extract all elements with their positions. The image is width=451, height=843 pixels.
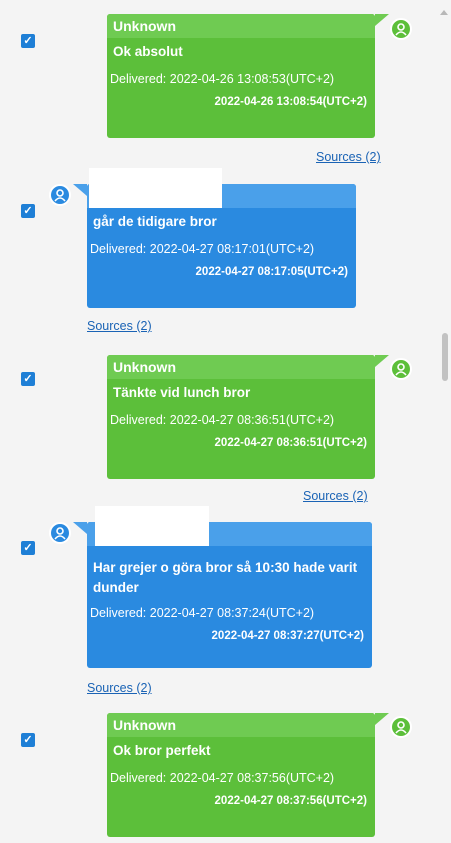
message-checkbox[interactable]: ✓	[21, 204, 35, 218]
sender-name: Unknown	[107, 355, 375, 379]
scrollbar-thumb[interactable]	[442, 333, 448, 381]
redacted-sender	[95, 506, 209, 546]
bubble-tail	[73, 522, 87, 534]
message-timestamp: 2022-04-27 08:37:27(UTC+2)	[211, 630, 364, 642]
message-checkbox[interactable]: ✓	[21, 541, 35, 555]
bubble-tail	[375, 713, 389, 725]
redacted-sender	[89, 168, 222, 208]
message-bubble[interactable]: Unknown Ok absolut Delivered: 2022-04-26…	[107, 14, 389, 138]
message-text: Ok bror perfekt	[113, 743, 211, 758]
sources-link[interactable]: Sources (2)	[87, 681, 152, 695]
message-timestamp: 2022-04-27 08:37:56(UTC+2)	[214, 795, 367, 807]
message-text: går de tidigare bror	[93, 214, 217, 229]
message-text: Ok absolut	[113, 44, 183, 59]
person-icon	[390, 716, 412, 738]
message-checkbox[interactable]: ✓	[21, 34, 35, 48]
bubble-tail	[375, 355, 389, 367]
sender-name: Unknown	[107, 713, 375, 737]
sources-link[interactable]: Sources (2)	[87, 319, 152, 333]
person-icon	[49, 184, 71, 206]
message-checkbox[interactable]: ✓	[21, 372, 35, 386]
message-timestamp: 2022-04-27 08:36:51(UTC+2)	[214, 437, 367, 449]
bubble-tail	[73, 184, 87, 196]
person-icon	[390, 358, 412, 380]
delivered-status: Delivered: 2022-04-26 13:08:53(UTC+2)	[110, 72, 335, 86]
message-bubble[interactable]: Unknown Ok bror perfekt Delivered: 2022-…	[107, 713, 389, 837]
person-icon	[390, 18, 412, 40]
vertical-scrollbar[interactable]	[437, 0, 451, 843]
message-text: Har grejer o göra bror så 10:30 hade var…	[93, 560, 358, 595]
message-bubble[interactable]: går de tidigare bror Delivered: 2022-04-…	[73, 168, 356, 308]
scroll-up-arrow-icon[interactable]	[440, 10, 448, 15]
bubble-tail	[375, 14, 389, 26]
delivered-status: Delivered: 2022-04-27 08:37:24(UTC+2)	[90, 606, 315, 620]
delivered-status: Delivered: 2022-04-27 08:17:01(UTC+2)	[90, 242, 315, 256]
message-timestamp: 2022-04-27 08:17:05(UTC+2)	[195, 266, 348, 278]
person-icon	[49, 522, 71, 544]
message-bubble[interactable]: Har grejer o göra bror så 10:30 hade var…	[73, 506, 372, 668]
message-checkbox[interactable]: ✓	[21, 733, 35, 747]
sources-link[interactable]: Sources (2)	[303, 489, 368, 503]
sender-name: Unknown	[107, 14, 375, 38]
message-text: Tänkte vid lunch bror	[113, 385, 251, 400]
delivered-status: Delivered: 2022-04-27 08:36:51(UTC+2)	[110, 413, 335, 427]
message-timestamp: 2022-04-26 13:08:54(UTC+2)	[214, 96, 367, 108]
message-bubble[interactable]: Unknown Tänkte vid lunch bror Delivered:…	[107, 355, 389, 479]
delivered-status: Delivered: 2022-04-27 08:37:56(UTC+2)	[110, 771, 335, 785]
sources-link[interactable]: Sources (2)	[316, 150, 381, 164]
